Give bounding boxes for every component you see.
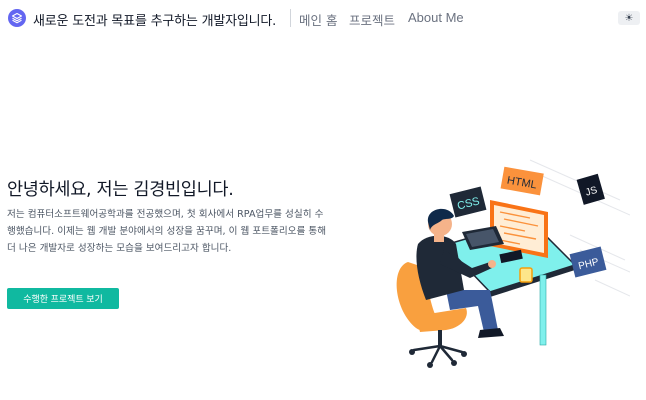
tag-css: CSS [449,186,487,218]
person-hand [488,260,496,268]
developer-illustration: HTML CSS JS PHP [396,159,630,368]
site-title[interactable]: 새로운 도전과 목표를 추구하는 개발자입니다. [33,10,276,29]
desk-leg [539,274,547,346]
theme-toggle-button[interactable]: ☀ [618,11,640,25]
chair-post [438,330,442,346]
nav-link-about[interactable]: About Me [408,10,464,25]
hero-description: 저는 컴퓨터소프트웨어공학과를 전공했으며, 첫 회사에서 RPA업무를 성실히… [7,209,327,254]
chair-base [412,344,464,364]
sun-icon: ☀ [624,12,634,24]
site-header: 새로운 도전과 목표를 추구하는 개발자입니다. 메인 홈 프로젝트 About… [0,0,646,36]
tag-php: PHP [569,246,607,278]
person-shoes [478,328,504,338]
tag-html: HTML [500,166,544,196]
hero-title: 안녕하세요, 저는 김경빈입니다. [7,180,234,200]
nav-link-projects[interactable]: 프로젝트 [349,10,395,29]
view-projects-button[interactable]: 수행한 프로젝트 보기 [7,288,119,309]
layers-logo-icon[interactable] [8,9,26,27]
tag-js: JS [576,173,605,205]
mug [519,267,533,283]
nav-link-home[interactable]: 메인 홈 [299,10,337,29]
header-divider [290,9,291,27]
